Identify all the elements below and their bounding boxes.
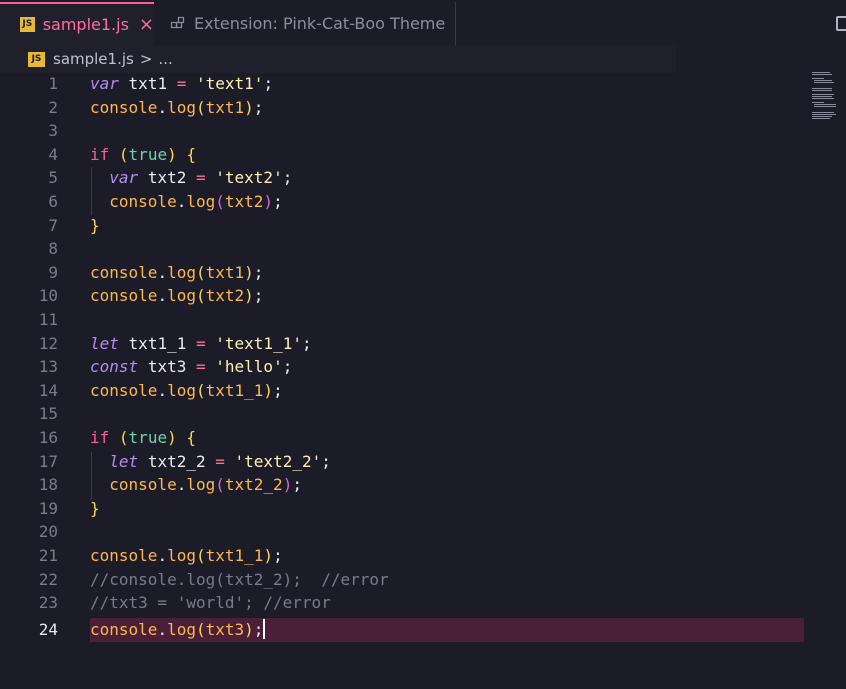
code-text: console.log(txt1); — [90, 97, 264, 117]
code-line: 17 let txt2_2 = 'text2_2'; — [0, 450, 846, 474]
line-number: 17 — [38, 451, 58, 471]
code-line: 7 } — [0, 214, 846, 238]
code-text: console.log(txt1); — [90, 262, 264, 282]
code-line: 13 const txt3 = 'hello'; — [0, 355, 846, 379]
line-number: 13 — [38, 357, 58, 377]
code-line: 11 — [0, 308, 846, 332]
tab-extension-theme[interactable]: Extension: Pink-Cat-Boo Theme — [154, 2, 456, 45]
code-line: 5 var txt2 = 'text2'; — [0, 166, 846, 190]
code-line: 14 console.log(txt1_1); — [0, 379, 846, 403]
line-number: 11 — [38, 310, 58, 329]
breadcrumb-more[interactable]: ... — [158, 50, 172, 68]
code-text: if (true) { — [90, 428, 196, 447]
code-line: 16 if (true) { — [0, 426, 846, 450]
code-text: console.log(txt2_2); — [109, 475, 302, 495]
code-line: 3 — [0, 119, 846, 143]
code-text: let txt1_1 = 'text1_1'; — [90, 333, 312, 353]
code-line: 19 } — [0, 497, 846, 521]
code-line: 23 //txt3 = 'world'; //error — [0, 591, 846, 615]
line-number: 14 — [38, 380, 58, 400]
line-number: 6 — [48, 192, 58, 211]
code-text: console.log(txt1_1); — [90, 546, 283, 565]
code-text: if (true) { — [90, 144, 196, 164]
code-line: 9 console.log(txt1); — [0, 261, 846, 285]
line-number: 18 — [38, 475, 58, 495]
tab-label: Extension: Pink-Cat-Boo Theme — [194, 14, 446, 33]
line-number: 7 — [48, 215, 58, 235]
line-number: 9 — [48, 262, 58, 282]
code-comment: //txt3 = 'world'; //error — [90, 593, 331, 613]
code-line: 1 var txt1 = 'text1'; — [0, 72, 846, 96]
code-text: } — [90, 498, 100, 518]
line-number: 4 — [48, 144, 58, 164]
line-number: 12 — [38, 333, 58, 353]
close-icon[interactable]: × — [139, 14, 154, 35]
code-text: console.log(txt3); — [90, 619, 266, 639]
code-comment: //console.log(txt2_2); //error — [90, 569, 389, 589]
line-number: 15 — [38, 404, 58, 424]
breadcrumb-file[interactable]: sample1.js — [53, 50, 134, 68]
line-number: 10 — [38, 286, 58, 306]
current-code-line: 24 console.log(txt3); — [0, 618, 846, 642]
code-line: 21 console.log(txt1_1); — [0, 544, 846, 568]
code-line: 2 console.log(txt1); — [0, 96, 846, 120]
code-line: 22 //console.log(txt2_2); //error — [0, 568, 846, 592]
code-line: 18 console.log(txt2_2); — [0, 473, 846, 497]
chevron-right-icon: > — [139, 50, 153, 68]
extensions-icon — [170, 16, 186, 32]
code-text: } — [90, 215, 100, 235]
line-number: 2 — [48, 97, 58, 117]
line-number: 19 — [38, 498, 58, 518]
javascript-file-icon: JS — [28, 51, 45, 67]
line-number: 23 — [38, 593, 58, 613]
tab-sample1-js[interactable]: JS sample1.js × — [0, 2, 154, 45]
minimap[interactable] — [812, 72, 838, 122]
breadcrumb: JS sample1.js > ... — [0, 45, 676, 73]
code-text: console.log(txt2); — [90, 286, 264, 306]
javascript-file-icon: JS — [20, 17, 35, 32]
line-number: 22 — [38, 569, 58, 589]
code-line: 8 — [0, 237, 846, 261]
code-line: 6 console.log(txt2); — [0, 190, 846, 214]
code-text: var txt1 = 'text1'; — [90, 74, 274, 93]
code-text: let txt2_2 = 'text2_2'; — [109, 451, 331, 471]
code-editor[interactable]: 1 var txt1 = 'text1'; 2 console.log(txt1… — [0, 72, 846, 689]
line-number: 16 — [38, 428, 58, 447]
code-line: 10 console.log(txt2); — [0, 284, 846, 308]
line-number: 24 — [38, 620, 58, 639]
code-line: 4 if (true) { — [0, 143, 846, 167]
code-text: console.log(txt2); — [109, 192, 283, 211]
line-number: 1 — [48, 74, 58, 93]
text-cursor — [263, 619, 266, 639]
line-number: 21 — [38, 546, 58, 565]
code-text: var txt2 = 'text2'; — [109, 168, 293, 188]
split-editor-icon[interactable] — [836, 16, 846, 31]
code-text: const txt3 = 'hello'; — [90, 357, 293, 377]
tab-bar: JS sample1.js × Extension: Pink-Cat-Boo … — [0, 0, 846, 45]
tab-label: sample1.js — [42, 15, 129, 34]
line-number: 8 — [48, 239, 58, 259]
code-line: 12 let txt1_1 = 'text1_1'; — [0, 332, 846, 356]
code-text: console.log(txt1_1); — [90, 380, 283, 400]
line-number: 20 — [38, 522, 58, 542]
line-number: 5 — [48, 168, 58, 188]
code-line: 20 — [0, 520, 846, 544]
code-line: 15 — [0, 402, 846, 426]
line-number: 3 — [48, 121, 58, 141]
